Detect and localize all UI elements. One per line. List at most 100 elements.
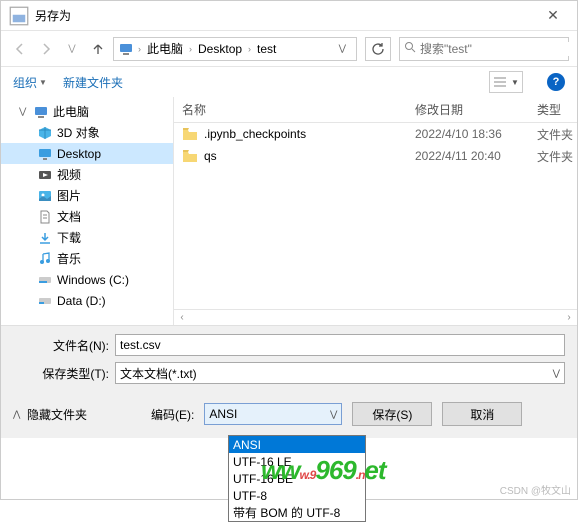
up-button[interactable] (87, 38, 109, 60)
filetype-combobox[interactable]: 文本文档(*.txt) ⋁ (115, 362, 565, 384)
encoding-label: 编码(E): (151, 406, 194, 423)
sidebar-item-label: Desktop (57, 147, 101, 161)
sidebar-item-downloads[interactable]: 下载 (1, 227, 173, 248)
folder-icon (182, 127, 198, 141)
pc-icon (118, 41, 134, 57)
breadcrumb-item[interactable]: 此电脑 (145, 40, 185, 57)
sidebar-item-pictures[interactable]: 图片 (1, 185, 173, 206)
desktop-icon (37, 146, 53, 162)
folder-icon (182, 149, 198, 163)
help-button[interactable]: ? (547, 73, 565, 91)
expand-icon[interactable]: ⋁ (19, 106, 29, 117)
scroll-right-icon[interactable]: › (561, 312, 577, 323)
encoding-value: ANSI (209, 407, 237, 421)
file-name: qs (204, 149, 217, 163)
title-bar: 另存为 ✕ (1, 1, 577, 31)
sidebar-item-label: Data (D:) (57, 294, 106, 308)
column-date[interactable]: 修改日期 (415, 101, 537, 118)
drive-icon (37, 293, 53, 309)
attribution: CSDN @牧文山 (500, 482, 571, 497)
chevron-down-icon: ▼ (39, 78, 47, 87)
list-view-icon (493, 76, 507, 88)
sidebar-item-label: 下载 (57, 229, 81, 246)
video-icon (37, 167, 53, 183)
breadcrumb[interactable]: › 此电脑 › Desktop › test ⋁ (113, 37, 357, 61)
sidebar-item-label: 3D 对象 (57, 124, 100, 141)
sidebar-item-drive-c[interactable]: Windows (C:) (1, 269, 173, 290)
search-icon (404, 41, 416, 56)
pictures-icon (37, 188, 53, 204)
file-type: 文件夹 (537, 126, 577, 143)
file-name: .ipynb_checkpoints (204, 127, 306, 141)
file-date: 2022/4/10 18:36 (415, 127, 537, 141)
view-options-button[interactable]: ▼ (489, 71, 523, 93)
file-type: 文件夹 (537, 148, 577, 165)
filename-input[interactable] (115, 334, 565, 356)
back-button[interactable] (9, 38, 31, 60)
file-list-body[interactable]: .ipynb_checkpoints 2022/4/10 18:36 文件夹 q… (174, 123, 577, 309)
hide-folders-toggle[interactable]: ⋀ 隐藏文件夹 (13, 406, 87, 423)
pc-icon (33, 104, 49, 120)
recent-dropdown-icon[interactable]: ⋁ (61, 38, 83, 60)
dropdown-option[interactable]: UTF-8 (229, 487, 365, 504)
sidebar-tree: ⋁ 此电脑 3D 对象 Desktop 视频 图片 文档 下载 (1, 97, 174, 325)
collapse-icon: ⋀ (13, 409, 23, 420)
list-item[interactable]: qs 2022/4/11 20:40 文件夹 (174, 145, 577, 167)
toolbar: 组织 ▼ 新建文件夹 ▼ ? (1, 67, 577, 97)
list-item[interactable]: .ipynb_checkpoints 2022/4/10 18:36 文件夹 (174, 123, 577, 145)
downloads-icon (37, 230, 53, 246)
sidebar-item-label: 此电脑 (53, 103, 89, 120)
close-button[interactable]: ✕ (533, 7, 573, 24)
breadcrumb-item[interactable]: test (255, 42, 278, 56)
chevron-down-icon[interactable]: ⋁ (333, 43, 352, 54)
chevron-down-icon: ⋁ (553, 368, 560, 379)
chevron-down-icon: ⋁ (330, 409, 337, 420)
cancel-button[interactable]: 取消 (442, 402, 522, 426)
breadcrumb-separator: › (246, 44, 253, 54)
sidebar-item-3d[interactable]: 3D 对象 (1, 122, 173, 143)
music-icon (37, 251, 53, 267)
dropdown-option[interactable]: ANSI (229, 436, 365, 453)
sidebar-item-label: 图片 (57, 187, 81, 204)
sidebar-item-drive-d[interactable]: Data (D:) (1, 290, 173, 311)
sidebar-item-desktop[interactable]: Desktop (1, 143, 173, 164)
watermark: www.9969.net (261, 455, 386, 486)
search-input[interactable] (420, 42, 575, 56)
column-name[interactable]: 名称 (182, 101, 415, 118)
breadcrumb-separator: › (187, 44, 194, 54)
sidebar-item-pc[interactable]: ⋁ 此电脑 (1, 101, 173, 122)
column-type[interactable]: 类型 (537, 101, 577, 118)
horizontal-scrollbar[interactable]: ‹ › (174, 309, 577, 325)
sidebar-item-videos[interactable]: 视频 (1, 164, 173, 185)
scroll-left-icon[interactable]: ‹ (174, 312, 190, 323)
encoding-combobox[interactable]: ANSI ⋁ (204, 403, 342, 425)
sidebar-item-label: 视频 (57, 166, 81, 183)
dropdown-option[interactable]: 带有 BOM 的 UTF-8 (229, 504, 365, 521)
filename-label: 文件名(N): (13, 337, 115, 354)
breadcrumb-item[interactable]: Desktop (196, 42, 244, 56)
sidebar-item-label: 音乐 (57, 250, 81, 267)
app-icon (9, 6, 29, 26)
bottom-panel: 文件名(N): 保存类型(T): 文本文档(*.txt) ⋁ ⋀ 隐藏文件夹 编… (1, 325, 577, 438)
documents-icon (37, 209, 53, 225)
search-box[interactable] (399, 37, 569, 61)
file-list: 名称 修改日期 类型 .ipynb_checkpoints 2022/4/10 … (174, 97, 577, 325)
drive-icon (37, 272, 53, 288)
window-title: 另存为 (29, 7, 533, 24)
column-headers: 名称 修改日期 类型 (174, 97, 577, 123)
filetype-label: 保存类型(T): (13, 365, 115, 382)
3d-icon (37, 125, 53, 141)
new-folder-button[interactable]: 新建文件夹 (63, 74, 123, 91)
breadcrumb-separator: › (136, 44, 143, 54)
file-date: 2022/4/11 20:40 (415, 149, 537, 163)
refresh-button[interactable] (365, 37, 391, 61)
filetype-value: 文本文档(*.txt) (120, 365, 197, 382)
sidebar-item-label: Windows (C:) (57, 273, 129, 287)
sidebar-item-music[interactable]: 音乐 (1, 248, 173, 269)
save-button[interactable]: 保存(S) (352, 402, 432, 426)
sidebar-item-documents[interactable]: 文档 (1, 206, 173, 227)
sidebar-item-label: 文档 (57, 208, 81, 225)
organize-button[interactable]: 组织 ▼ (13, 74, 47, 91)
forward-button[interactable] (35, 38, 57, 60)
navigation-bar: ⋁ › 此电脑 › Desktop › test ⋁ (1, 31, 577, 67)
